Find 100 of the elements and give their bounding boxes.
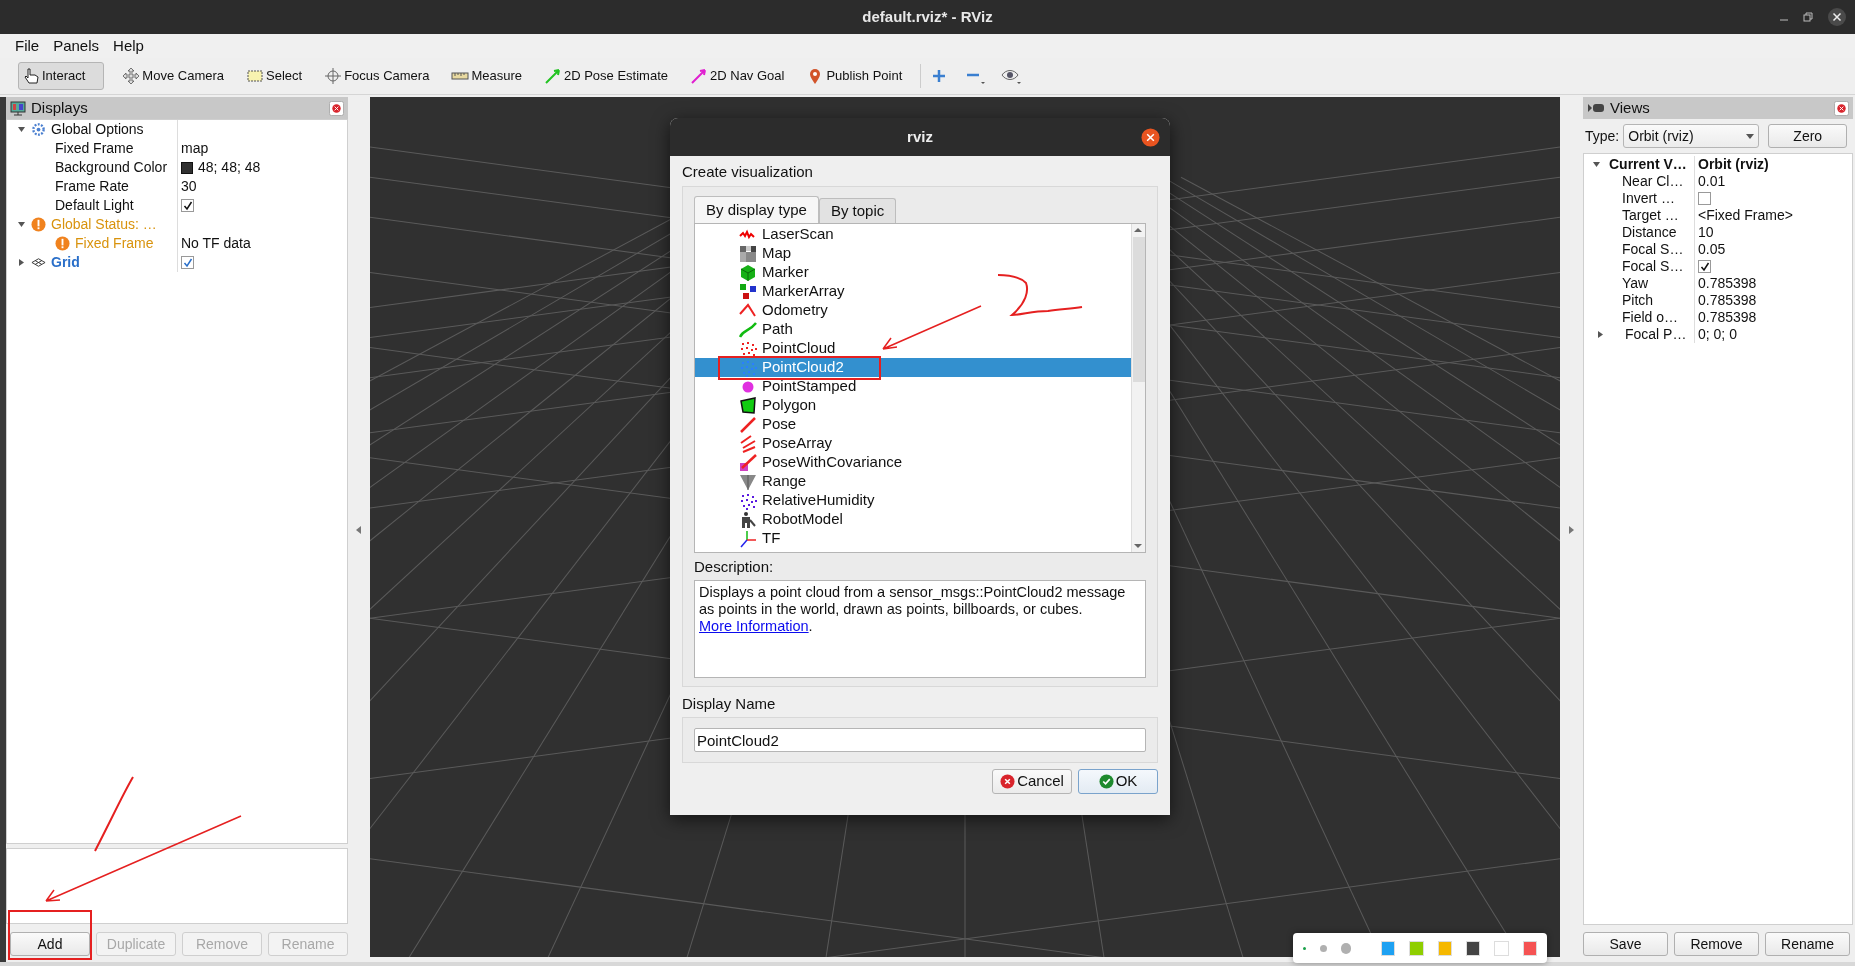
display-name-field[interactable]: PointCloud2 xyxy=(694,728,1146,752)
property-name: Focal P… xyxy=(1624,325,1687,344)
property-value: 0.05 xyxy=(1698,240,1726,259)
dialog-button[interactable]: Cancel xyxy=(992,769,1072,794)
tool-button[interactable]: Select xyxy=(242,62,307,90)
monitor-icon xyxy=(10,100,26,116)
arrow-icon xyxy=(690,67,708,85)
section-heading: Display Name xyxy=(682,695,777,713)
panel-title: Views xyxy=(1610,97,1651,118)
collapsed-caret-icon[interactable] xyxy=(17,258,26,267)
color-swatch[interactable] xyxy=(1465,940,1481,956)
list-item[interactable]: Map xyxy=(695,244,1131,263)
list-item[interactable]: MarkerArray xyxy=(695,282,1131,301)
polygon-icon xyxy=(739,396,757,415)
property-value: 0.785398 xyxy=(1698,274,1757,293)
property-name: Pitch xyxy=(1621,291,1654,310)
menu-item[interactable]: File xyxy=(15,34,40,58)
collapse-arrow-icon[interactable] xyxy=(1568,525,1575,534)
tool-button[interactable]: Focus Camera xyxy=(320,62,434,90)
restore-icon[interactable] xyxy=(1803,12,1813,22)
list-item[interactable]: PointCloud xyxy=(695,339,1131,358)
eye-icon[interactable] xyxy=(1001,67,1024,85)
robot-icon xyxy=(739,510,757,529)
list-item[interactable]: LaserScan xyxy=(695,225,1131,244)
list-item[interactable]: PoseWithCovariance xyxy=(695,453,1131,472)
point-cloud-icon xyxy=(739,358,757,377)
cubes-icon xyxy=(739,282,757,301)
property-name: Field o… xyxy=(1621,308,1679,327)
property-value: 0.01 xyxy=(1698,172,1726,191)
property-name: Target … xyxy=(1621,206,1679,225)
warning-icon xyxy=(55,236,70,251)
color-swatch[interactable] xyxy=(1437,940,1452,956)
list-item[interactable]: PointStamped xyxy=(695,377,1131,396)
list-item[interactable]: Pose xyxy=(695,415,1131,434)
checkbox[interactable] xyxy=(1698,192,1711,205)
plus-icon[interactable] xyxy=(931,68,948,84)
expanded-caret-icon[interactable] xyxy=(1592,160,1601,169)
type-dropdown[interactable]: Orbit (rviz) xyxy=(1623,124,1760,148)
path-curve-icon xyxy=(739,320,757,339)
expanded-caret-icon[interactable] xyxy=(17,125,26,134)
panel-button[interactable]: Remove xyxy=(1674,932,1759,956)
panel-button[interactable]: Save xyxy=(1583,932,1668,956)
tool-button[interactable]: Interact xyxy=(18,62,105,90)
list-item[interactable]: Path xyxy=(695,320,1131,339)
panel-button[interactable]: Rename xyxy=(1765,932,1850,956)
list-item[interactable]: Odometry xyxy=(695,301,1131,320)
type-label: Type: xyxy=(1585,126,1620,146)
expanded-caret-icon[interactable] xyxy=(17,220,26,229)
description-text: Displays a point cloud from a sensor_msgs::PointCloud2 message as points in the world, drawn as points, billboards, or cubes. More Information. xyxy=(699,584,1127,635)
gear-icon xyxy=(31,122,46,137)
color-swatch[interactable] xyxy=(1522,940,1537,956)
scrollbar[interactable] xyxy=(1131,224,1145,552)
color-swatch[interactable] xyxy=(1409,940,1424,956)
collapsed-caret-icon[interactable] xyxy=(1596,330,1605,339)
list-item[interactable]: Polygon xyxy=(695,396,1131,415)
color-swatch[interactable] xyxy=(1494,940,1509,956)
property-value: map xyxy=(181,139,209,158)
list-item[interactable]: Range xyxy=(695,472,1131,491)
tab[interactable]: By topic xyxy=(818,198,897,223)
tab[interactable]: By display type xyxy=(694,196,819,223)
property-value: 0.785398 xyxy=(1698,291,1757,310)
property-name: Fixed Frame xyxy=(55,139,134,158)
property-name: Global Status: … xyxy=(51,215,157,234)
list-item[interactable]: Marker xyxy=(695,263,1131,282)
hand-pointer-icon xyxy=(22,67,40,85)
menu-item[interactable]: Help xyxy=(113,34,144,58)
checkbox[interactable] xyxy=(181,256,194,269)
axes-icon xyxy=(739,529,757,548)
property-value: Orbit (rviz) xyxy=(1698,155,1769,174)
panel-button[interactable]: Add xyxy=(10,932,90,956)
panel-button[interactable]: Zero xyxy=(1768,124,1848,148)
menu-item[interactable]: Panels xyxy=(53,34,100,58)
cancel-icon xyxy=(1000,774,1016,789)
tool-button[interactable]: 2D Pose Estimate xyxy=(539,62,672,90)
color-swatch[interactable] xyxy=(1380,940,1396,956)
tool-button[interactable]: Publish Point xyxy=(802,62,907,90)
close-icon[interactable] xyxy=(1141,128,1160,147)
collapse-arrow-icon[interactable] xyxy=(356,525,362,534)
list-item[interactable]: TF xyxy=(695,529,1131,548)
list-item[interactable]: PoseArray xyxy=(695,434,1131,453)
property-name: Current V… xyxy=(1609,155,1687,174)
dialog-button[interactable]: OK xyxy=(1078,769,1158,794)
window-title: default.rviz* - RViz xyxy=(862,6,993,27)
tool-button[interactable]: 2D Nav Goal xyxy=(686,62,789,90)
camera-icon xyxy=(1587,102,1605,114)
tool-button[interactable]: Measure xyxy=(447,62,526,90)
checkbox[interactable] xyxy=(1698,260,1711,273)
property-name: Default Light xyxy=(55,196,134,215)
warning-icon xyxy=(31,217,46,232)
list-item[interactable]: RelativeHumidity xyxy=(695,491,1131,510)
close-icon[interactable] xyxy=(1827,7,1847,27)
checkbox[interactable] xyxy=(181,199,194,212)
property-value: 0.785398 xyxy=(1698,308,1757,327)
tool-button[interactable]: Move Camera xyxy=(118,62,228,90)
description-label: Description: xyxy=(694,558,775,576)
property-name: Yaw xyxy=(1621,274,1649,293)
property-value: <Fixed Frame> xyxy=(1698,206,1793,225)
list-item[interactable]: RobotModel xyxy=(695,510,1131,529)
more-information-link[interactable]: More Information xyxy=(699,618,809,634)
pose-arrows-icon xyxy=(739,434,757,453)
